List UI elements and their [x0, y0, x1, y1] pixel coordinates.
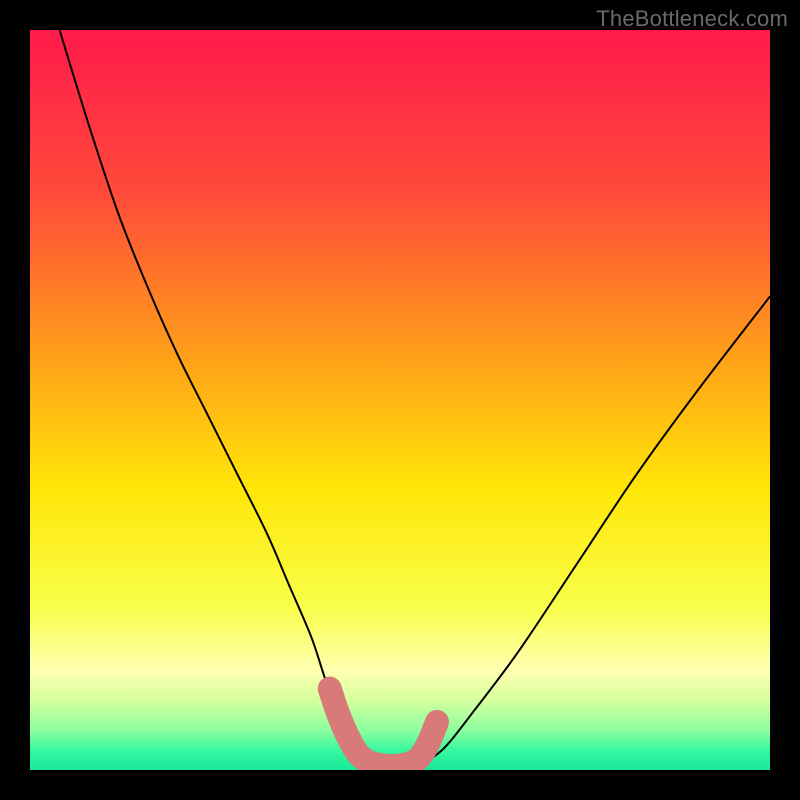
chart-frame: TheBottleneck.com: [0, 0, 800, 800]
plot-area: [30, 30, 770, 770]
chart-svg: [30, 30, 770, 770]
watermark-text: TheBottleneck.com: [596, 6, 788, 32]
gradient-background: [30, 30, 770, 770]
